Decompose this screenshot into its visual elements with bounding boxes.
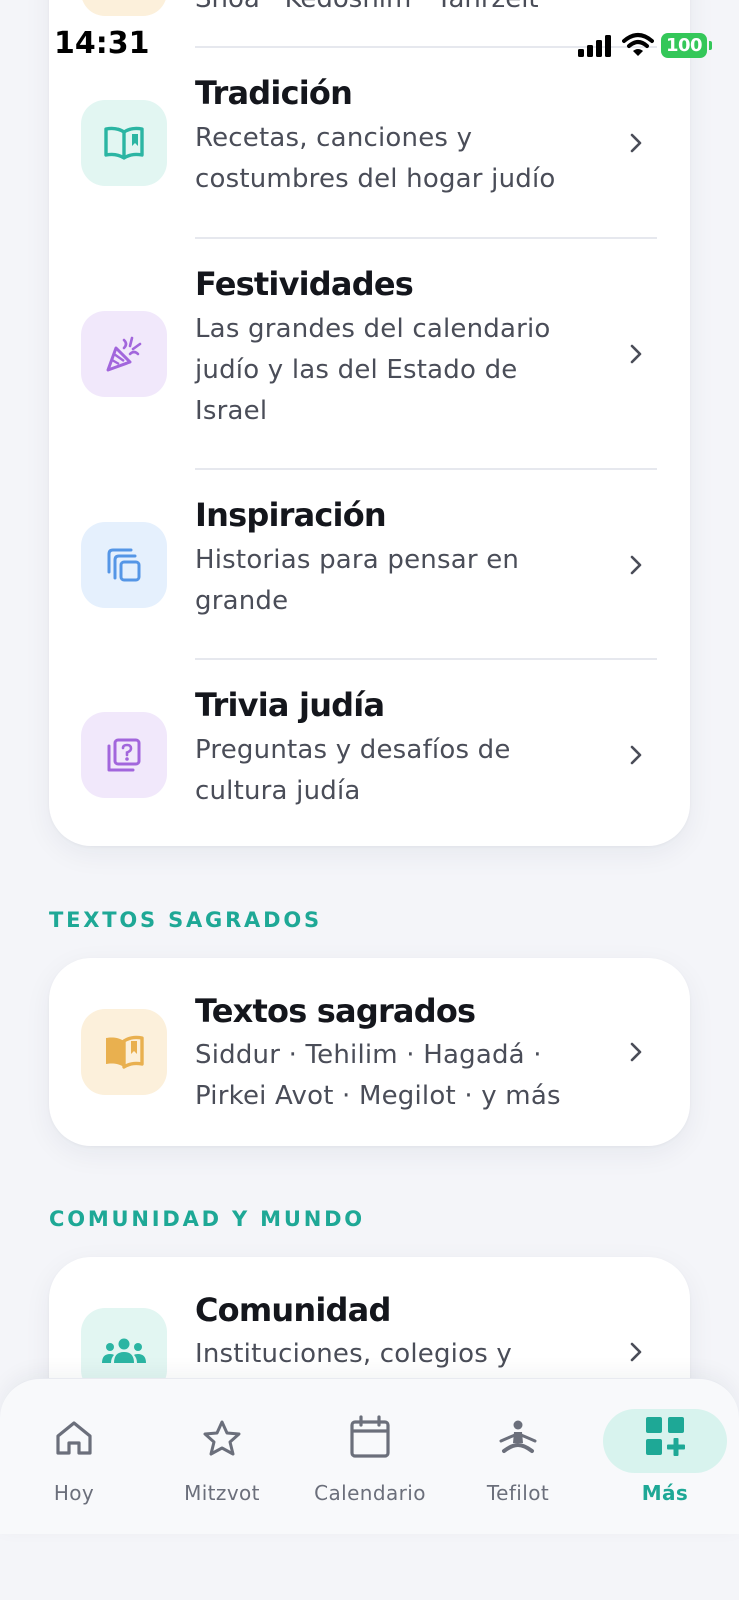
tab-tefilot[interactable]: Tefilot: [444, 1379, 592, 1534]
status-bar: 14:31 100: [0, 0, 739, 92]
menu-item-subtitle: Preguntas y desafíos de cultura judía: [195, 735, 511, 806]
tab-bar: Hoy Mitzvot Calendario Tefilot Más: [0, 1378, 739, 1534]
menu-item-trivia[interactable]: Trivia judía Preguntas y desafíos de cul…: [49, 660, 690, 846]
festividades-icon-tile: [81, 311, 167, 397]
textos-sagrados-card: Textos sagrados Siddur · Tehilim · Hagad…: [49, 958, 690, 1146]
tab-mas[interactable]: Más: [591, 1379, 739, 1534]
menu-item-subtitle: Historias para pensar en grande: [195, 545, 520, 616]
tab-label: Calendario: [314, 1481, 426, 1505]
menu-item-subtitle: Siddur · Tehilim · Hagadá · Pirkei Avot …: [195, 1040, 561, 1111]
tradicion-icon-tile: [81, 100, 167, 186]
menu-item-title: Comunidad: [195, 1291, 391, 1329]
party-popper-icon: [106, 336, 142, 372]
menu-item-subtitle: Recetas, canciones y costumbres del hoga…: [195, 123, 556, 194]
tab-calendario[interactable]: Calendario: [296, 1379, 444, 1534]
chevron-right-icon: [630, 555, 642, 575]
tab-mitzvot[interactable]: Mitzvot: [148, 1379, 296, 1534]
chevron-right-icon: [630, 133, 642, 153]
tab-label: Tefilot: [486, 1481, 550, 1505]
battery-indicator: 100: [661, 33, 707, 58]
status-time: 14:31: [54, 26, 150, 61]
tab-hoy[interactable]: Hoy: [0, 1379, 148, 1534]
menu-item-title: Festividades: [195, 265, 414, 303]
star-icon: [203, 1420, 241, 1456]
top-card: Shoá · Kedoshim · Yahrzeit Tradición Rec…: [49, 0, 690, 846]
chevron-right-icon: [630, 1042, 642, 1062]
menu-item-title: Inspiración: [195, 496, 387, 534]
section-label-comunidad: COMUNIDAD Y MUNDO: [49, 1207, 365, 1231]
quiz-icon: [107, 738, 141, 772]
menu-item-title: Trivia judía: [195, 686, 385, 724]
open-book-icon: [104, 126, 144, 160]
menu-item-subtitle: Instituciones, colegios y: [195, 1339, 513, 1369]
home-icon: [56, 1421, 92, 1455]
battery-level: 100: [665, 35, 703, 56]
grid-plus-icon: [646, 1417, 685, 1456]
chevron-right-icon: [630, 1342, 642, 1362]
textos-icon-tile: [81, 1009, 167, 1095]
copy-icon: [107, 548, 141, 582]
chevron-right-icon: [630, 745, 642, 765]
section-label-textos-sagrados: TEXTOS SAGRADOS: [49, 908, 322, 932]
group-icon: [102, 1338, 146, 1363]
menu-item-subtitle: Las grandes del calendario judío y las d…: [195, 314, 551, 426]
prayer-icon: [499, 1420, 537, 1453]
chevron-right-icon: [630, 344, 642, 364]
menu-item-inspiracion[interactable]: Inspiración Historias para pensar en gra…: [49, 470, 690, 659]
menu-item-textos-sagrados[interactable]: Textos sagrados Siddur · Tehilim · Hagad…: [49, 958, 690, 1146]
tab-label: Más: [641, 1481, 689, 1505]
cellular-signal-icon: [578, 35, 611, 57]
inspiracion-icon-tile: [81, 522, 167, 608]
wifi-icon: [622, 33, 654, 56]
trivia-icon-tile: [81, 712, 167, 798]
book-icon: [106, 1035, 144, 1069]
battery-cap: [709, 41, 712, 50]
menu-item-festividades[interactable]: Festividades Las grandes del calendario …: [49, 239, 690, 469]
tab-label: Mitzvot: [184, 1481, 260, 1505]
calendar-icon: [350, 1415, 390, 1458]
menu-item-title: Textos sagrados: [195, 992, 476, 1030]
tab-label: Hoy: [53, 1481, 95, 1505]
